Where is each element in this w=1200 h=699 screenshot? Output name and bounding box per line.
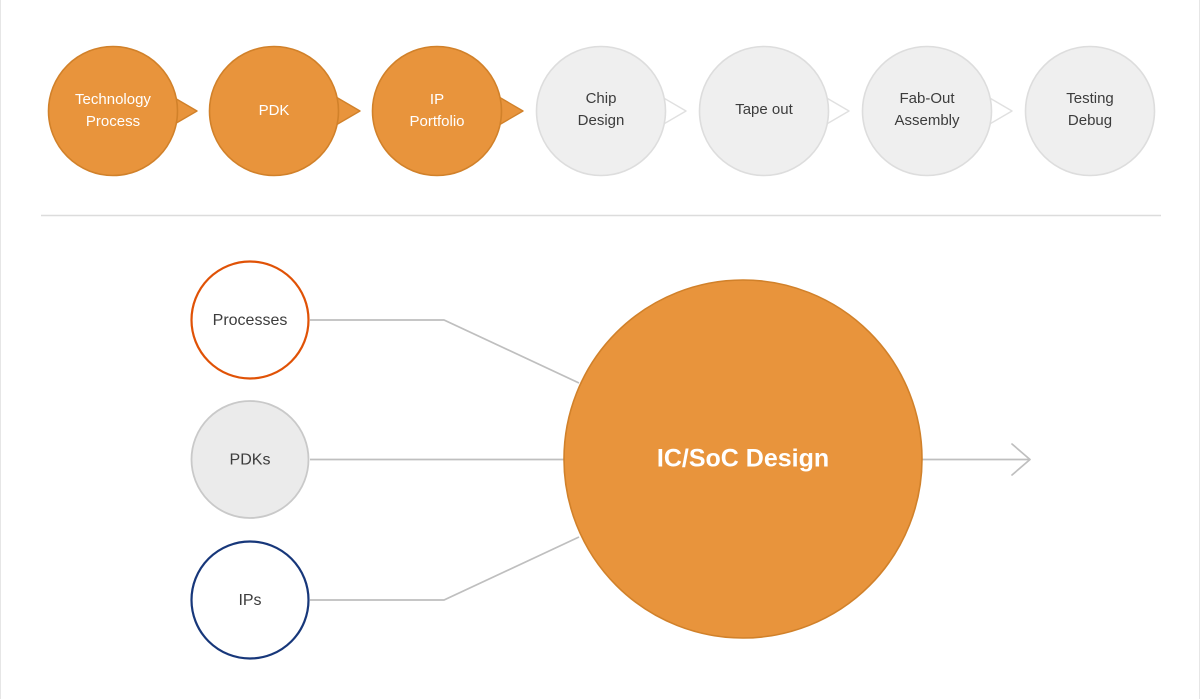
- flow-stage-ip-portfolio[interactable]: IP Portfolio: [373, 47, 524, 176]
- flow-stage-label-line2: Portfolio: [409, 113, 464, 130]
- flow-stage-fab-out-assembly[interactable]: Fab-Out Assembly: [863, 47, 1013, 176]
- flow-stage-row: Technology Process PDK IP Portfolio Chip: [49, 47, 1155, 176]
- connector-ips-to-hub: [310, 537, 579, 600]
- flow-stage-label-line2: Assembly: [894, 112, 960, 129]
- flow-stage-label-line1: Technology: [75, 91, 151, 108]
- flow-stage-pdk[interactable]: PDK: [210, 47, 361, 176]
- input-node-ips[interactable]: IPs: [192, 542, 309, 659]
- flow-stage-testing-debug[interactable]: Testing Debug: [1026, 47, 1155, 176]
- inputs-to-hub-group: IC/SoC Design Processes PDKs IPs: [192, 262, 1031, 659]
- diagram-canvas: Technology Process PDK IP Portfolio Chip: [0, 0, 1200, 699]
- flow-stage-label-line2: Debug: [1068, 112, 1112, 129]
- hub-label: IC/SoC Design: [657, 445, 829, 473]
- input-node-pdks[interactable]: PDKs: [192, 401, 309, 518]
- flow-stage-tape-out[interactable]: Tape out: [700, 47, 850, 176]
- arrow-right-icon: [921, 444, 1030, 475]
- flow-stage-label-line1: Chip: [586, 90, 617, 107]
- input-node-label: IPs: [238, 592, 261, 609]
- flow-stage-label-line1: Tape out: [735, 101, 793, 118]
- flow-stage-label-line2: Process: [86, 113, 140, 130]
- connector-processes-to-hub: [310, 320, 579, 383]
- input-node-processes[interactable]: Processes: [192, 262, 309, 379]
- flow-diagram: Technology Process PDK IP Portfolio Chip: [1, 0, 1200, 699]
- flow-stage-label-line1: Fab-Out: [899, 90, 955, 107]
- input-node-label: Processes: [213, 312, 288, 329]
- hub-ic-soc-design[interactable]: IC/SoC Design: [564, 280, 922, 638]
- flow-stage-label-line1: PDK: [259, 102, 290, 119]
- flow-stage-technology-process[interactable]: Technology Process: [49, 47, 198, 176]
- flow-stage-chip-design[interactable]: Chip Design: [537, 47, 687, 176]
- flow-stage-circle[interactable]: [373, 47, 502, 176]
- input-node-label: PDKs: [230, 452, 271, 469]
- flow-stage-label-line1: IP: [430, 91, 444, 108]
- flow-stage-circle[interactable]: [49, 47, 178, 176]
- flow-stage-label-line1: Testing: [1066, 90, 1114, 107]
- flow-stage-label-line2: Design: [578, 112, 625, 129]
